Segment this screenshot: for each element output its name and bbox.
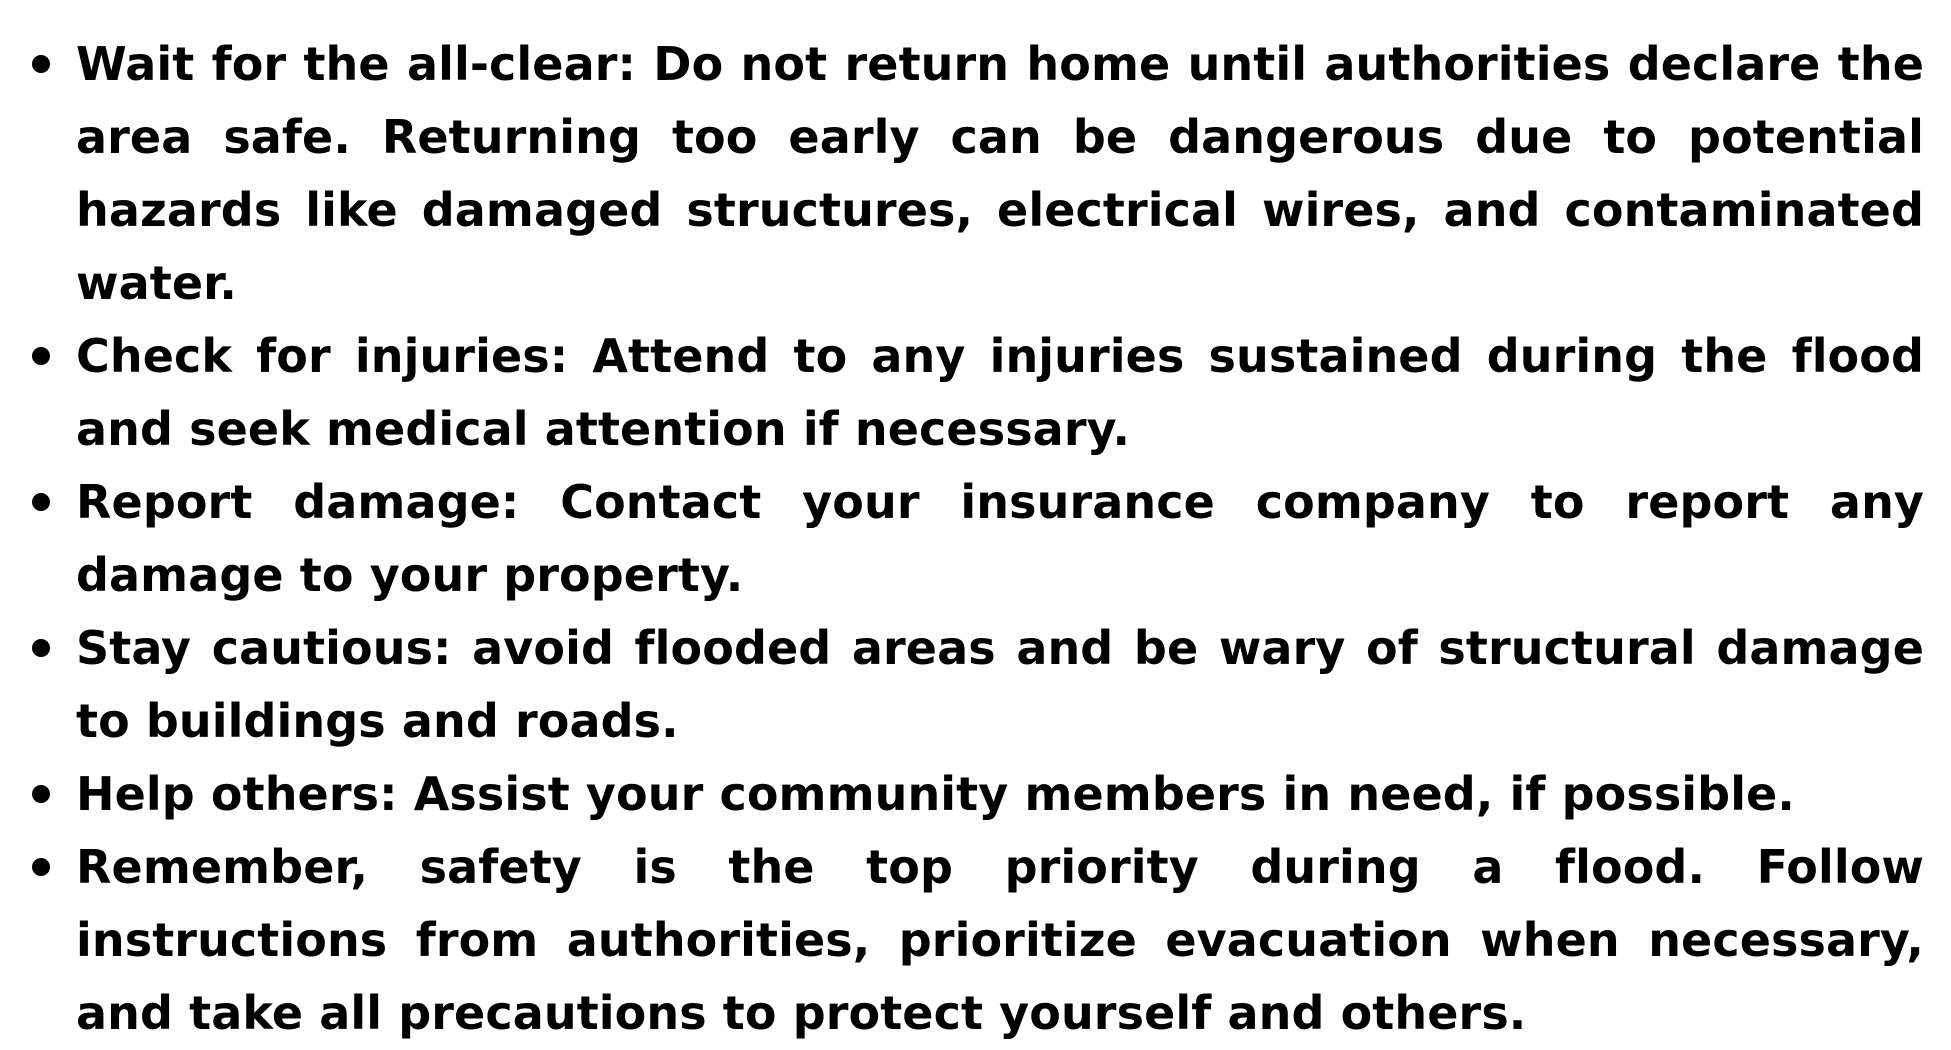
bullet-dot-icon xyxy=(32,55,50,73)
list-item-text: Check for injuries: Attend to any injuri… xyxy=(76,329,1924,456)
list-item-text: Report damage: Contact your insurance co… xyxy=(76,475,1924,602)
list-item-text: Wait for the all-clear: Do not return ho… xyxy=(76,37,1924,310)
list-item: Report damage: Contact your insurance co… xyxy=(24,466,1924,612)
bullet-dot-icon xyxy=(32,858,50,876)
bullet-dot-icon xyxy=(32,639,50,657)
list-item: Help others: Assist your community membe… xyxy=(24,758,1924,831)
document-body: Wait for the all-clear: Do not return ho… xyxy=(24,28,1924,1050)
bullet-dot-icon xyxy=(32,785,50,803)
bullet-list: Wait for the all-clear: Do not return ho… xyxy=(24,28,1924,1050)
list-item: Remember, safety is the top priority dur… xyxy=(24,831,1924,1050)
list-item-text: Remember, safety is the top priority dur… xyxy=(76,840,1924,1040)
list-item: Check for injuries: Attend to any injuri… xyxy=(24,320,1924,466)
list-item: Wait for the all-clear: Do not return ho… xyxy=(24,28,1924,320)
list-item: Stay cautious: avoid flooded areas and b… xyxy=(24,612,1924,758)
list-item-text: Stay cautious: avoid flooded areas and b… xyxy=(76,621,1924,748)
list-item-text: Help others: Assist your community membe… xyxy=(76,767,1795,821)
bullet-dot-icon xyxy=(32,347,50,365)
bullet-dot-icon xyxy=(32,493,50,511)
